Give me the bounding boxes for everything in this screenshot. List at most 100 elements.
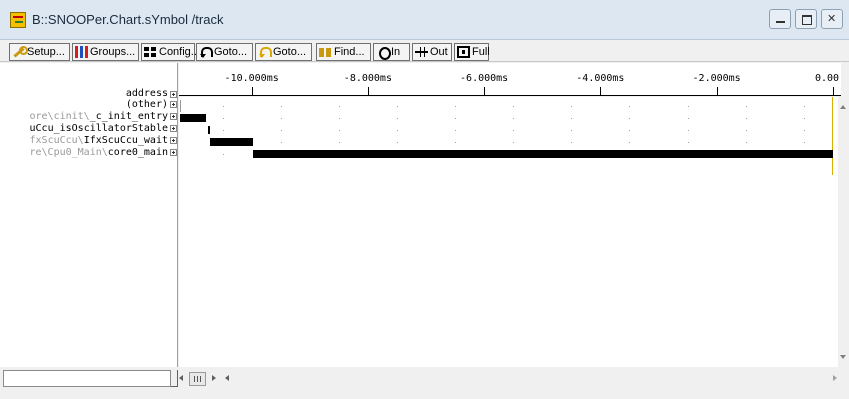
grid-dot — [396, 118, 398, 119]
activity-bar[interactable] — [208, 126, 210, 134]
full-icon — [457, 46, 470, 58]
grid-dot — [222, 118, 224, 119]
find-button-label: Find... — [334, 46, 365, 58]
row-expand-icon[interactable] — [170, 137, 177, 144]
grid-dot — [687, 130, 689, 131]
grid-dot — [571, 106, 573, 107]
grid-dot — [687, 142, 689, 143]
zoom-out-button-label: Out — [430, 46, 448, 58]
time-tick-label: 0.00 — [814, 73, 840, 84]
zoom-in-icon — [376, 46, 391, 60]
activity-bar[interactable] — [209, 138, 254, 146]
splitter-handle[interactable] — [171, 370, 178, 387]
grid-dot — [571, 142, 573, 143]
scroll-down-icon[interactable] — [840, 355, 846, 359]
time-tick-label: -4.000ms — [576, 73, 625, 84]
config-button[interactable]: Config... — [141, 43, 200, 61]
scroll-left-icon[interactable] — [179, 375, 183, 381]
groups-button-label: Groups... — [90, 46, 136, 58]
activity-bar[interactable] — [179, 114, 207, 122]
symbol-row-core0-main[interactable]: re\Cpu0_Main\core0_main — [0, 147, 169, 159]
label-panel-scroll-field[interactable] — [3, 370, 171, 387]
config-button-label: Config... — [159, 46, 200, 58]
time-tick-label: -6.000ms — [460, 73, 509, 84]
minimize-icon[interactable] — [769, 9, 791, 29]
grid-dot — [745, 142, 747, 143]
grid-dot — [629, 106, 631, 107]
time-tick-mark — [716, 87, 718, 95]
time-tick-mark — [251, 87, 253, 95]
goto-marker-button[interactable]: Goto... — [255, 43, 312, 61]
goto-marker-button-label: Goto... — [273, 46, 307, 58]
setup-button-label: Setup... — [27, 46, 65, 58]
config-icon — [144, 46, 157, 58]
grid-dot — [629, 142, 631, 143]
zoom-out-button[interactable]: Out — [412, 43, 452, 61]
setup-button[interactable]: Setup... — [9, 43, 70, 61]
zoom-scroll-right-icon[interactable] — [212, 375, 216, 381]
full-button[interactable]: Full — [454, 43, 490, 61]
trace32-app-icon — [10, 12, 26, 28]
find-button[interactable]: Find... — [316, 43, 371, 61]
symbol-row-is-oscillator-stable[interactable]: uCcu_isOscillatorStable — [0, 123, 168, 135]
symbol-row-scuccu-wait[interactable]: fxScuCcu\IfxScuCcu_wait — [0, 135, 168, 147]
activity-bar[interactable] — [253, 150, 833, 158]
track-cursor-line[interactable] — [831, 97, 833, 175]
toolbar: Setup... Groups... Config... Goto... Got… — [0, 40, 849, 62]
grid-dot — [745, 130, 747, 131]
grid-dot — [222, 154, 224, 155]
groups-icon — [75, 46, 88, 58]
grid-dot — [455, 106, 457, 107]
time-tick-mark — [600, 87, 602, 95]
grid-dot — [745, 118, 747, 119]
grid-dot — [338, 142, 340, 143]
goto-yellow-icon — [258, 46, 272, 58]
address-header-label: address — [125, 88, 168, 99]
grid-dot — [396, 130, 398, 131]
groups-button[interactable]: Groups... — [72, 43, 139, 61]
row-expand-icon[interactable] — [170, 149, 177, 156]
grid-dot — [338, 118, 340, 119]
grid-dot — [280, 118, 282, 119]
zoom-in-button[interactable]: In — [373, 43, 410, 61]
goto-button[interactable]: Goto... — [196, 43, 253, 61]
time-ruler[interactable]: -10.000ms -8.000ms -6.000ms -4.000ms -2.000m… — [179, 63, 841, 96]
grid-dot — [455, 130, 457, 131]
row-expand-icon[interactable] — [170, 113, 177, 120]
grid-dot — [629, 118, 631, 119]
close-icon[interactable] — [821, 9, 843, 29]
grid-dot — [803, 106, 805, 107]
grid-dot — [280, 106, 282, 107]
zoom-out-icon — [415, 46, 428, 58]
grid-dot — [803, 118, 805, 119]
maximize-icon[interactable] — [795, 9, 817, 29]
grid-dot — [513, 106, 515, 107]
symbol-label-panel: address (other) ore\cinit\_c_init_entry … — [0, 63, 178, 367]
window-bottom-edge — [0, 388, 849, 399]
grid-dot — [396, 142, 398, 143]
time-tick-label: -8.000ms — [343, 73, 392, 84]
scroll-up-icon[interactable] — [840, 105, 846, 109]
scroll-thumb[interactable] — [189, 372, 206, 386]
grid-dot — [571, 130, 573, 131]
goto-icon — [199, 46, 213, 58]
grid-dot — [629, 130, 631, 131]
grid-dot — [513, 118, 515, 119]
symbol-row-other[interactable]: (other) — [0, 99, 168, 111]
address-expand-icon[interactable] — [170, 91, 177, 98]
goto-button-label: Goto... — [214, 46, 248, 58]
time-tick-mark — [832, 87, 834, 95]
vertical-scrollbar[interactable] — [838, 97, 849, 367]
grid-dot — [745, 106, 747, 107]
grid-dot — [571, 118, 573, 119]
symbol-row-c-init-entry[interactable]: ore\cinit\_c_init_entry — [0, 111, 169, 123]
activity-bar[interactable] — [179, 100, 181, 112]
row-expand-icon[interactable] — [170, 125, 177, 132]
grid-dot — [396, 106, 398, 107]
grid-dot — [222, 130, 224, 131]
scroll-right-icon[interactable] — [833, 375, 837, 381]
zoom-scroll-left-icon[interactable] — [225, 375, 229, 381]
row-expand-icon[interactable] — [170, 101, 177, 108]
horizontal-scrollbar[interactable] — [179, 370, 841, 388]
trace-chart-area[interactable] — [179, 97, 841, 367]
